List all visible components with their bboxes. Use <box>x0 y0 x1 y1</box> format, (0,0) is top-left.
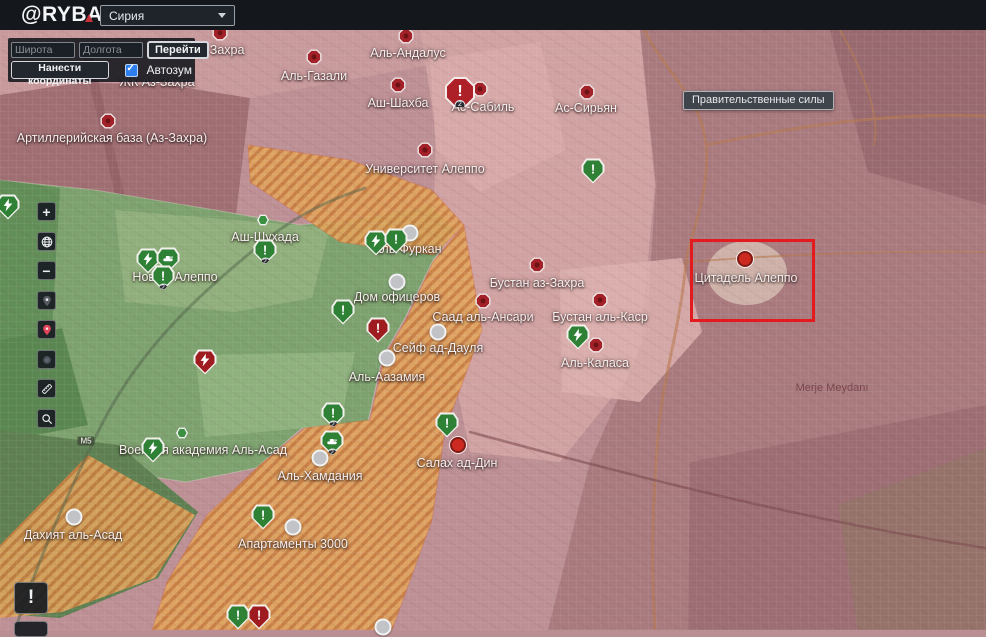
marker-center-dot <box>218 31 223 36</box>
forces-tooltip: Правительственные силы <box>683 91 834 110</box>
marker-oct-red-big-exclaim[interactable]: !2 <box>445 77 475 107</box>
map-label: Merje Meydanı <box>796 382 869 394</box>
marker-center-dot <box>478 87 483 92</box>
zoom-in-button[interactable]: + <box>37 202 56 221</box>
zoom-out-button[interactable]: − <box>37 261 56 280</box>
map-label: Аль-Аазамия <box>349 370 426 384</box>
marker-oct-red[interactable] <box>101 114 116 129</box>
search-icon <box>41 413 53 425</box>
alerts-button[interactable]: ! <box>14 582 48 614</box>
region-selector-value: Сирия <box>101 9 218 23</box>
marker-center-dot <box>396 83 401 88</box>
pin-dark-icon <box>41 295 53 307</box>
autozoom-label: Автозум <box>147 63 193 77</box>
chevron-down-icon <box>218 13 226 18</box>
map-label: Аш-Шахба <box>368 96 429 110</box>
marker-center-dot <box>585 90 590 95</box>
marker-oct-red[interactable] <box>530 258 545 273</box>
map-label: Саад аль-Ансари <box>432 310 533 324</box>
marker-center-dot <box>423 148 428 153</box>
map-canvas[interactable]: Аз-ЗахраЖК Аз-ЗахраАль-АндалусАль-Газали… <box>0 0 986 630</box>
map-label: Апартаменты 3000 <box>238 537 348 551</box>
map-label: Аль-Газали <box>281 69 347 83</box>
marker-center-dot <box>312 55 317 60</box>
marker-center-dot <box>106 119 111 124</box>
marker-circle-gray[interactable] <box>430 324 447 341</box>
map-label: Ас-Сирьян <box>555 101 617 115</box>
marker-center-dot <box>598 298 603 303</box>
go-button[interactable]: Перейти <box>147 41 209 59</box>
ruler-button[interactable] <box>37 379 56 398</box>
cluster-button[interactable] <box>37 350 56 369</box>
red-pin-button[interactable] <box>37 320 56 339</box>
cluster-icon <box>41 354 53 366</box>
marker-circle-gray[interactable] <box>379 350 396 367</box>
marker-oct-red[interactable] <box>580 85 595 100</box>
globe-button[interactable] <box>37 232 56 251</box>
marker-center-dot <box>594 343 599 348</box>
latitude-input[interactable] <box>11 42 75 58</box>
marker-circle-gray[interactable] <box>285 519 302 536</box>
search-button[interactable] <box>37 409 56 428</box>
coordinates-panel: Перейти Нанести координаты Автозум <box>8 38 195 82</box>
longitude-input[interactable] <box>79 42 143 58</box>
ruler-icon <box>41 383 53 395</box>
region-selector-dropdown[interactable]: Сирия <box>100 5 235 26</box>
marker-circle-gray[interactable] <box>389 274 406 291</box>
map-label: Цитадель Алеппо <box>695 271 798 285</box>
marker-circle-gray[interactable] <box>312 450 329 467</box>
dark-pin-button[interactable] <box>37 291 56 310</box>
marker-oct-red[interactable] <box>399 29 414 44</box>
marker-circle-red[interactable] <box>737 251 753 267</box>
marker-oct-red[interactable] <box>593 293 608 308</box>
marker-oct-red[interactable] <box>391 78 406 93</box>
marker-circle-gray[interactable] <box>66 509 83 526</box>
marker-center-dot <box>535 263 540 268</box>
map-label: Сейф ад-Дауля <box>393 341 483 355</box>
map-label: Бустан аль-Каср <box>552 310 648 324</box>
marker-oct-red[interactable] <box>589 338 604 353</box>
top-bar: @RYBAR Сирия <box>0 0 986 30</box>
marker-center-dot <box>404 34 409 39</box>
marker-circle-gray[interactable] <box>375 619 392 636</box>
map-label: Дахият аль-Асад <box>24 528 122 542</box>
map-label: Аль-Хамдания <box>277 469 362 483</box>
map-label: Университет Алеппо <box>365 162 484 176</box>
logo-accent-triangle <box>85 14 93 22</box>
marker-oct-red[interactable] <box>418 143 433 158</box>
map-label: Дом офицеров <box>354 290 440 304</box>
autozoom-checkbox[interactable] <box>125 64 138 77</box>
secondary-bottom-button[interactable] <box>14 621 48 637</box>
map-label: Бустан аз-Захра <box>490 276 585 290</box>
map-label: Новый Алеппо <box>132 270 217 284</box>
marker-oct-red[interactable] <box>307 50 322 65</box>
marker-oct-red[interactable] <box>476 294 491 309</box>
globe-icon <box>41 236 53 248</box>
map-label: Аль-Андалус <box>370 46 445 60</box>
map-label: Аль-Каласа <box>561 356 629 370</box>
alert-exclamation-glyph: ! <box>28 587 34 608</box>
map-label: Артиллерийская база (Аз-Захра) <box>17 131 207 145</box>
marker-circle-red[interactable] <box>450 437 466 453</box>
marker-center-dot <box>481 299 486 304</box>
plot-coordinates-button[interactable]: Нанести координаты <box>11 61 109 79</box>
pin-red-icon <box>41 324 53 336</box>
map-label: M5 <box>77 437 94 446</box>
map-label: Салах ад-Дин <box>417 456 498 470</box>
